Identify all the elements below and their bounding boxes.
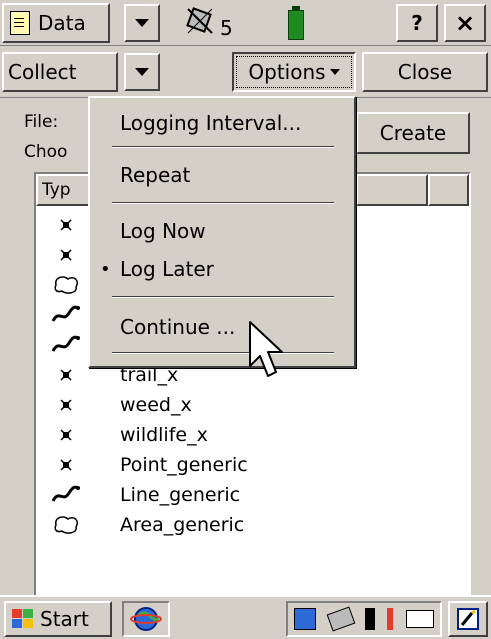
options-menu: Logging Interval... Repeat Log Now • Log…: [88, 96, 356, 368]
feature-name: Point_generic: [120, 454, 248, 476]
satellite-icon: [186, 7, 213, 34]
battery-icon[interactable]: [288, 6, 304, 40]
menu-separator: [112, 296, 334, 298]
options-label: Options: [248, 60, 326, 84]
options-button[interactable]: Options: [232, 52, 356, 92]
column-header[interactable]: [428, 174, 469, 206]
menu-item-label: Continue ...: [120, 315, 236, 339]
mode-label: Collect: [8, 60, 77, 84]
close-window-button[interactable]: ×: [444, 4, 486, 42]
menu-separator: [112, 352, 334, 354]
start-button[interactable]: Start: [4, 601, 112, 637]
menu-separator: [112, 202, 334, 204]
area-icon: [36, 515, 96, 535]
menu-item-logging-interval[interactable]: Logging Interval...: [94, 104, 350, 142]
menu-item-label: Log Now: [120, 219, 206, 243]
column-header-type-label: Typ: [42, 180, 71, 200]
document-icon: [10, 11, 30, 35]
menu-item-log-later[interactable]: • Log Later: [94, 250, 350, 288]
feature-name: wildlife_x: [120, 424, 208, 446]
windows-flag-icon: [12, 609, 33, 628]
menu-item-log-now[interactable]: Log Now: [94, 212, 350, 250]
feature-name: Area_generic: [120, 514, 245, 536]
close-label: Close: [397, 60, 453, 84]
satellite-icon[interactable]: [326, 606, 355, 632]
data-menu-button[interactable]: Data: [2, 3, 110, 43]
satellite-status[interactable]: 5: [184, 4, 256, 42]
column-header[interactable]: [356, 174, 428, 206]
choose-label: Choo: [24, 142, 68, 162]
file-label: File:: [24, 112, 59, 132]
connectivity-icon[interactable]: [294, 608, 317, 630]
menu-item-label: Logging Interval...: [120, 111, 302, 135]
app-dropdown-button[interactable]: [124, 4, 160, 42]
chevron-down-icon: [135, 19, 149, 27]
list-item[interactable]: wildlife_x: [36, 420, 469, 450]
active-app-button[interactable]: [122, 601, 170, 637]
close-button[interactable]: Close: [362, 52, 488, 92]
menu-item-repeat[interactable]: Repeat: [94, 156, 350, 194]
help-button[interactable]: ?: [396, 4, 438, 42]
toolbar: Collect Options Close: [0, 48, 491, 98]
point-icon: [36, 218, 96, 232]
chevron-down-icon: [329, 69, 340, 75]
menu-item-continue[interactable]: Continue ...: [94, 308, 350, 346]
menu-separator: [112, 146, 334, 148]
pencil-icon: [457, 608, 479, 630]
start-label: Start: [40, 607, 89, 631]
app-label: Data: [38, 11, 86, 35]
line-icon: [36, 335, 96, 355]
mode-dropdown-button[interactable]: [124, 53, 160, 91]
list-item[interactable]: weed_x: [36, 390, 469, 420]
chevron-down-icon: [135, 68, 149, 76]
input-panel-button[interactable]: [448, 601, 488, 637]
bullet-icon: •: [100, 258, 111, 280]
system-tray: [286, 601, 442, 637]
point-icon: [36, 458, 96, 472]
title-bar: Data 5 ? ×: [0, 0, 491, 46]
feature-name: weed_x: [120, 394, 192, 416]
list-item[interactable]: Point_generic: [36, 450, 469, 480]
column-header-type[interactable]: Typ: [36, 174, 90, 206]
menu-item-label: Log Later: [120, 257, 214, 281]
line-icon: [36, 485, 96, 505]
point-icon: [36, 428, 96, 442]
point-icon: [36, 248, 96, 262]
list-item[interactable]: Area_generic: [36, 510, 469, 540]
feature-name: Line_generic: [120, 484, 241, 506]
battery-charging-icon[interactable]: [364, 608, 375, 630]
power-icon[interactable]: [387, 608, 394, 630]
menu-item-label: Repeat: [120, 163, 191, 187]
create-button[interactable]: Create: [356, 112, 470, 154]
point-icon: [36, 368, 96, 382]
globe-icon: [130, 607, 162, 631]
mode-button[interactable]: Collect: [2, 52, 118, 92]
line-icon: [36, 305, 96, 325]
create-label: Create: [379, 121, 447, 145]
help-icon: ?: [411, 11, 423, 35]
list-item[interactable]: Line_generic: [36, 480, 469, 510]
keyboard-icon[interactable]: [405, 610, 434, 628]
satellite-count: 5: [220, 16, 233, 40]
cursor-icon: [249, 321, 283, 377]
point-icon: [36, 398, 96, 412]
taskbar: Start: [0, 595, 491, 639]
close-icon: ×: [454, 9, 476, 37]
area-icon: [36, 275, 96, 295]
